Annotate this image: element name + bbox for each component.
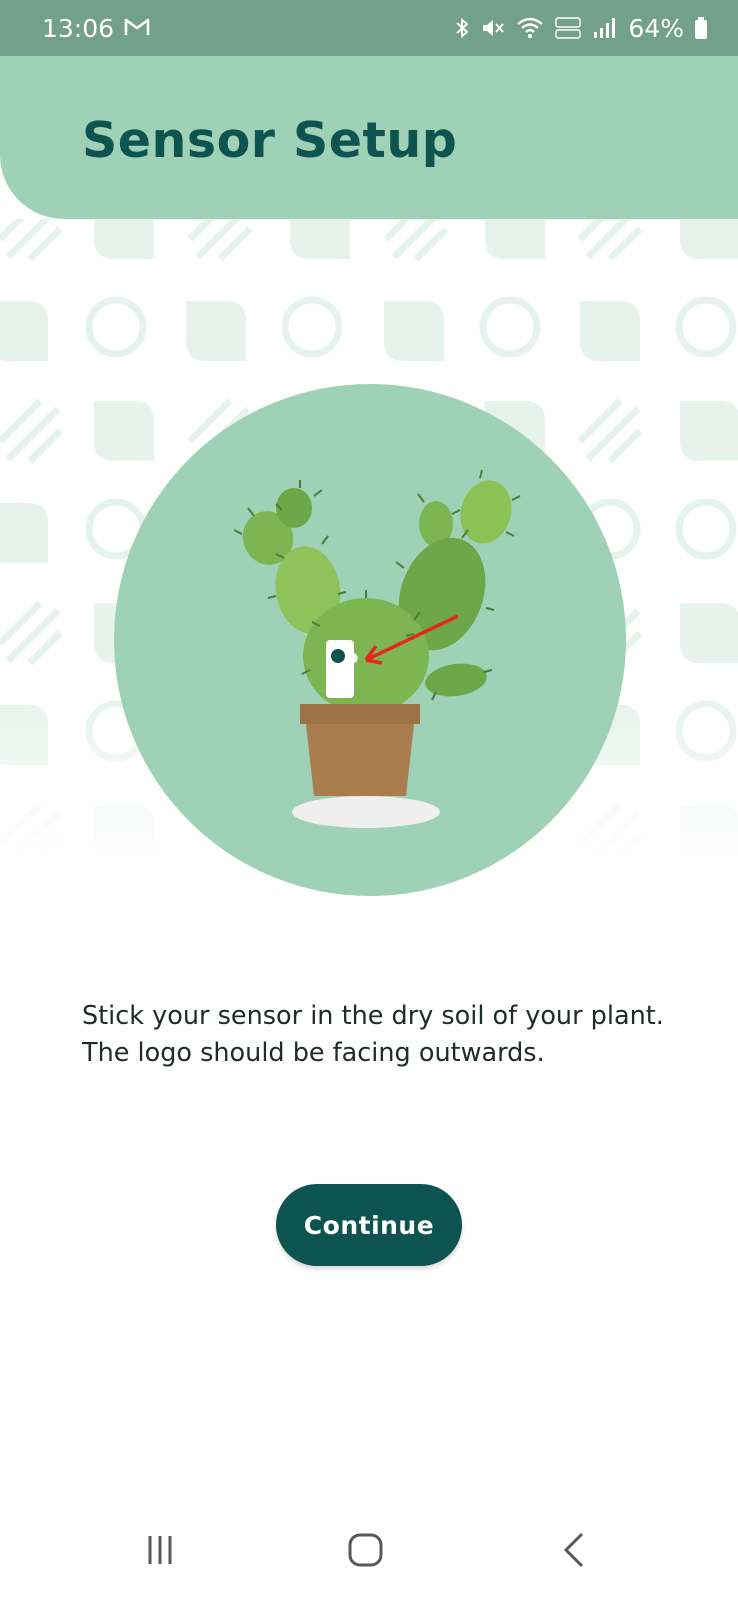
back-button[interactable]: [514, 1500, 634, 1600]
recent-apps-icon: [148, 1536, 172, 1564]
app-header: Sensor Setup: [0, 56, 738, 219]
page-title: Sensor Setup: [82, 112, 458, 169]
status-left: 13:06: [42, 14, 150, 43]
battery-icon: [694, 16, 708, 40]
status-right: 64%: [454, 14, 708, 43]
status-time: 13:06: [42, 13, 115, 43]
gmail-icon: [124, 14, 150, 43]
cactus-with-sensor-icon: [233, 469, 521, 828]
wifi-icon: [516, 16, 544, 40]
home-button[interactable]: [306, 1500, 426, 1600]
back-icon: [563, 1532, 584, 1568]
volte-icon: [554, 15, 582, 41]
mute-icon: [480, 16, 506, 40]
continue-button[interactable]: Continue: [276, 1184, 462, 1266]
home-icon: [348, 1533, 383, 1567]
signal-icon: [592, 16, 618, 40]
cactus-illustration: [114, 384, 626, 896]
system-nav-bar: [0, 1500, 738, 1600]
battery-percent: 64%: [628, 13, 684, 43]
instruction-text: Stick your sensor in the dry soil of you…: [82, 1001, 664, 1068]
bluetooth-icon: [454, 16, 470, 40]
recent-apps-button[interactable]: [100, 1500, 220, 1600]
status-bar: 13:06 64%: [0, 0, 738, 56]
